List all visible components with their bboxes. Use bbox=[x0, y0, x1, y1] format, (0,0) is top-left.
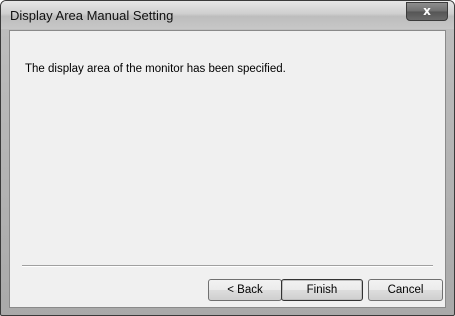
status-message: The display area of the monitor has been… bbox=[25, 63, 286, 75]
dialog-window: Display Area Manual Setting x The displa… bbox=[0, 0, 455, 316]
finish-button[interactable]: Finish bbox=[281, 279, 363, 301]
close-button[interactable]: x bbox=[406, 2, 448, 21]
title-bar[interactable]: Display Area Manual Setting x bbox=[1, 1, 454, 29]
button-separator bbox=[22, 265, 433, 267]
back-button[interactable]: < Back bbox=[208, 279, 282, 301]
close-icon: x bbox=[423, 4, 431, 18]
window-title: Display Area Manual Setting bbox=[10, 8, 174, 23]
cancel-button[interactable]: Cancel bbox=[368, 279, 443, 301]
dialog-body: The display area of the monitor has been… bbox=[9, 30, 446, 308]
